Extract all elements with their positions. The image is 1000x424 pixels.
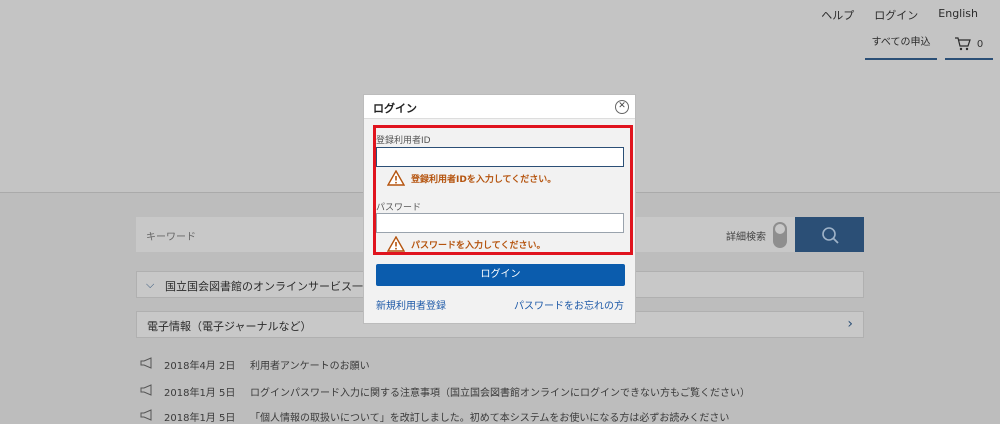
top-links: ヘルプ ログイン English	[821, 7, 978, 23]
warning-icon	[387, 170, 405, 186]
login-dialog: ログイン ✕ 登録利用者ID 登録利用者IDを入力してください。 パスワード パ…	[363, 94, 636, 324]
megaphone-icon	[140, 384, 152, 396]
advanced-search-label[interactable]: 詳細検索	[726, 228, 766, 243]
news-date: 2018年1月 5日	[164, 413, 236, 424]
login-button[interactable]: ログイン	[376, 264, 625, 286]
panel-label: 電子情報（電子ジャーナルなど）	[147, 320, 312, 333]
english-link[interactable]: English	[938, 7, 978, 23]
megaphone-icon	[140, 409, 152, 421]
chevron-down-icon: ⌵	[146, 278, 155, 291]
apply-all-button[interactable]: すべての申込	[865, 30, 937, 60]
panel-label: 国立国会図書館のオンラインサービス一	[165, 280, 363, 293]
warning-icon	[387, 236, 405, 252]
error-text: 登録利用者IDを入力してください。	[411, 174, 557, 185]
search-icon	[821, 226, 839, 244]
user-id-error: 登録利用者IDを入力してください。	[387, 170, 556, 186]
password-error: パスワードを入力してください。	[387, 236, 545, 252]
register-link[interactable]: 新規利用者登録	[376, 297, 446, 312]
user-id-field[interactable]	[376, 147, 624, 167]
news-item: 2018年4月 2日 利用者アンケートのお願い	[140, 357, 370, 372]
password-label: パスワード	[376, 203, 422, 213]
close-icon[interactable]: ✕	[615, 100, 629, 114]
news-link[interactable]: ログインパスワード入力に関する注意事項（国立国会図書館オンラインにログインできな…	[250, 384, 750, 399]
dialog-header: ログイン ✕	[364, 95, 635, 119]
cart-count: 0	[976, 38, 984, 50]
cart-button[interactable]: 0	[945, 30, 993, 60]
news-link[interactable]: 「個人情報の取扱いについて」を改訂しました。初めて本システムをお使いになる方は必…	[250, 409, 729, 424]
chevron-right-icon: ›	[847, 316, 853, 332]
forgot-password-link[interactable]: パスワードをお忘れの方	[514, 297, 624, 312]
news-date: 2018年4月 2日	[164, 361, 236, 372]
password-field[interactable]	[376, 213, 624, 233]
news-item: 2018年1月 5日 ログインパスワード入力に関する注意事項（国立国会図書館オン…	[140, 384, 750, 399]
news-item: 2018年1月 5日 「個人情報の取扱いについて」を改訂しました。初めて本システ…	[140, 409, 729, 424]
megaphone-icon	[140, 357, 152, 369]
cart-icon	[954, 37, 971, 51]
help-link[interactable]: ヘルプ	[821, 7, 854, 23]
error-text: パスワードを入力してください。	[411, 240, 546, 251]
search-button[interactable]	[795, 217, 864, 252]
news-date: 2018年1月 5日	[164, 388, 236, 399]
advanced-search-toggle[interactable]	[773, 222, 787, 248]
login-link[interactable]: ログイン	[874, 7, 918, 23]
dialog-title: ログイン	[373, 102, 417, 115]
user-id-label: 登録利用者ID	[376, 136, 431, 146]
news-link[interactable]: 利用者アンケートのお願い	[250, 357, 370, 372]
search-input[interactable]: キーワード	[146, 228, 196, 243]
